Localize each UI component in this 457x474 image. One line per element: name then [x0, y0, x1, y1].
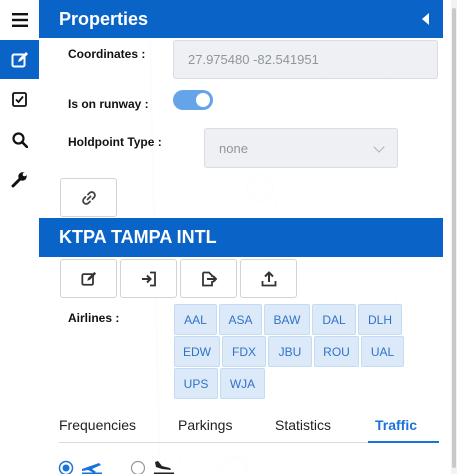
- link-button[interactable]: [60, 178, 117, 217]
- tab-traffic[interactable]: Traffic: [375, 417, 417, 433]
- collapse-panel-icon[interactable]: [422, 13, 429, 25]
- properties-header: Properties: [39, 0, 443, 38]
- coordinates-value: 27.975480 -82.541951: [188, 52, 319, 67]
- export-icon: [201, 271, 217, 286]
- airline-button[interactable]: UAL: [361, 336, 404, 367]
- coordinates-label: Coordinates :: [68, 47, 146, 61]
- tab-statistics[interactable]: Statistics: [275, 417, 331, 433]
- chevron-down-icon: [373, 141, 385, 153]
- airline-button[interactable]: DLH: [358, 304, 402, 335]
- properties-title: Properties: [59, 8, 149, 29]
- hamburger-icon: [11, 12, 28, 27]
- airline-button[interactable]: JBU: [268, 336, 312, 367]
- import-icon: [141, 271, 156, 286]
- on-runway-toggle[interactable]: [173, 90, 213, 110]
- airline-button[interactable]: ASA: [219, 304, 262, 335]
- airline-button[interactable]: DAL: [312, 304, 356, 335]
- upload-icon: [261, 270, 276, 286]
- tools-button[interactable]: [0, 160, 39, 199]
- airline-button[interactable]: WJA: [220, 368, 265, 399]
- link-icon: [81, 190, 96, 205]
- airline-button[interactable]: EDW: [174, 336, 220, 367]
- coordinates-field[interactable]: 27.975480 -82.541951: [173, 40, 438, 79]
- airline-button[interactable]: UPS: [174, 368, 218, 399]
- airline-button[interactable]: ROU: [314, 336, 359, 367]
- search-button[interactable]: [0, 120, 39, 159]
- import-button[interactable]: [120, 259, 177, 298]
- left-toolbar: [0, 0, 39, 474]
- edit-airport-button[interactable]: [60, 259, 117, 298]
- arrivals-radio[interactable]: [130, 460, 146, 474]
- departures-radio[interactable]: [58, 460, 74, 474]
- toggle-knob: [196, 93, 210, 107]
- tab-frequencies[interactable]: Frequencies: [59, 417, 136, 433]
- holdpoint-type-select[interactable]: none: [204, 128, 398, 168]
- tab-active-indicator: [368, 441, 439, 443]
- airport-title: KTPA TAMPA INTL: [59, 227, 217, 247]
- landing-plane-icon: [154, 461, 174, 474]
- panel-scrollbar-thumb[interactable]: [452, 8, 456, 468]
- airline-button[interactable]: AAL: [174, 304, 217, 335]
- takeoff-plane-icon: [82, 463, 102, 474]
- tab-parkings[interactable]: Parkings: [178, 417, 232, 433]
- validate-button[interactable]: [0, 80, 39, 119]
- wrench-icon: [11, 172, 27, 188]
- airport-header: KTPA TAMPA INTL: [39, 218, 443, 257]
- search-icon: [11, 131, 28, 148]
- edit-icon: [11, 51, 28, 67]
- on-runway-label: Is on runway :: [68, 97, 149, 111]
- upload-button[interactable]: [240, 259, 297, 298]
- edit-mode-button[interactable]: [0, 40, 39, 79]
- airline-button[interactable]: BAW: [264, 304, 310, 335]
- airlines-label: Airlines :: [68, 311, 120, 325]
- traffic-direction-options: [58, 460, 174, 474]
- checkbox-icon: [12, 92, 27, 107]
- export-button[interactable]: [180, 259, 237, 298]
- edit-icon: [80, 271, 96, 286]
- holdpoint-type-value: none: [219, 140, 248, 156]
- menu-button[interactable]: [0, 0, 39, 39]
- airline-button[interactable]: FDX: [222, 336, 266, 367]
- holdpoint-type-label: Holdpoint Type :: [68, 135, 162, 149]
